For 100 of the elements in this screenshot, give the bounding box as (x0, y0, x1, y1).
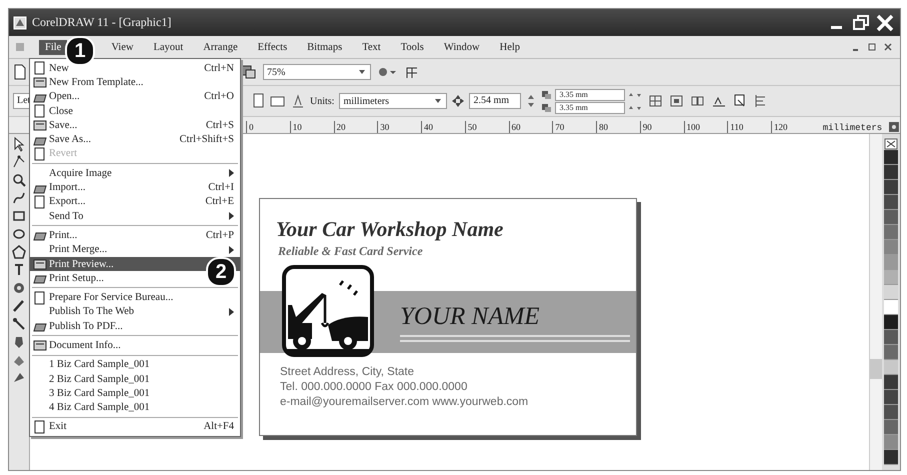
menu-item[interactable]: Publish To PDF... (30, 319, 240, 334)
menu-item[interactable]: Exit Alt+F4 (30, 420, 240, 434)
shortcut-label: Ctrl+P (206, 230, 234, 241)
restore-icon[interactable] (866, 41, 878, 53)
units-dropdown[interactable]: millimeters (339, 93, 448, 109)
color-swatch[interactable] (884, 345, 898, 360)
color-swatch[interactable] (884, 405, 898, 420)
ruler-number: 60 (508, 121, 552, 133)
color-swatch[interactable] (884, 210, 898, 225)
new-document-icon[interactable] (13, 64, 27, 80)
ruler-number: 50 (464, 121, 508, 133)
ruler-number: 70 (552, 121, 596, 133)
ruler-number: 0 (246, 121, 290, 133)
card-title: Your Car Workshop Name (275, 217, 504, 242)
document-icon (15, 42, 25, 52)
color-swatch[interactable] (884, 195, 898, 210)
ruler-number: 10 (290, 121, 334, 133)
options-icon[interactable] (888, 121, 900, 133)
menu-item[interactable]: Save As... Ctrl+Shift+S (30, 132, 240, 147)
menu-item[interactable]: 1 Biz Card Sample_001 (30, 358, 240, 372)
menu-item[interactable]: Print Merge... (30, 242, 240, 257)
color-swatch[interactable] (884, 150, 898, 165)
shortcut-label: Alt+F4 (204, 421, 234, 432)
color-swatch[interactable] (884, 435, 898, 450)
zoom-dropdown[interactable]: 75% (263, 64, 371, 80)
menu-item[interactable]: Prepare For Service Bureau... (30, 290, 240, 305)
menu-item[interactable]: Arrange (197, 40, 244, 54)
color-swatch[interactable] (884, 270, 898, 285)
nudge-icon (452, 95, 464, 107)
color-swatch[interactable] (884, 285, 898, 300)
color-swatch[interactable] (884, 180, 898, 195)
menu-item[interactable]: Help (494, 40, 526, 54)
menu-item[interactable]: Layout (147, 40, 190, 54)
shortcut-label: Ctrl+N (204, 62, 234, 74)
shortcut-label: Ctrl+S (206, 120, 234, 131)
duplicate-icon (541, 90, 554, 100)
ruler-number: 80 (596, 121, 640, 133)
menu-item[interactable]: 3 Biz Card Sample_001 (30, 386, 240, 401)
menu-item[interactable]: Document Info... (30, 338, 240, 353)
tool-icon[interactable] (11, 298, 27, 314)
ruler-unit: millimeters (822, 123, 882, 133)
menu-item[interactable]: Save... Ctrl+S (30, 118, 240, 132)
spinner-icon[interactable] (627, 90, 644, 98)
vertical-scrollbar[interactable] (869, 134, 882, 470)
color-swatch[interactable] (884, 420, 898, 435)
tool-icon[interactable] (11, 154, 27, 170)
menu-item[interactable]: Bitmaps (301, 40, 348, 54)
menu-item[interactable]: New From Template... (30, 75, 240, 90)
menu-item[interactable]: Send To (30, 208, 240, 224)
close-icon[interactable] (882, 41, 894, 53)
duplicate-distance-field[interactable]: 3.35 mm (555, 102, 626, 114)
menu-item[interactable]: Effects (252, 40, 294, 54)
color-swatch[interactable] (884, 375, 898, 390)
color-swatch[interactable] (884, 360, 898, 375)
duplicate-distance-field[interactable]: 3.35 mm (555, 88, 626, 100)
color-swatch[interactable] (884, 240, 898, 255)
tool-icon[interactable] (11, 244, 27, 260)
ruler-number: 120 (771, 121, 815, 133)
color-swatch[interactable] (884, 300, 898, 315)
menu-item[interactable]: Tools (394, 40, 430, 54)
spinner-icon[interactable] (627, 104, 644, 112)
tool-icon[interactable] (11, 280, 27, 296)
app-icon (13, 16, 27, 30)
card-name: YOUR NAME (400, 302, 541, 332)
color-swatch[interactable] (884, 225, 898, 240)
tool-icon[interactable] (11, 316, 27, 332)
restore-icon[interactable] (850, 12, 872, 32)
menu-item[interactable]: Import... Ctrl+I (30, 180, 240, 195)
portrait-icon[interactable] (251, 93, 265, 109)
menu-item[interactable]: Export... Ctrl+E (30, 194, 240, 209)
close-icon[interactable] (874, 12, 896, 32)
color-swatch[interactable] (884, 165, 898, 180)
shortcut-label: Ctrl+O (204, 91, 234, 102)
shortcut-label: Ctrl+I (208, 182, 234, 194)
ruler-number: 90 (640, 121, 684, 133)
tool-icon[interactable] (11, 172, 27, 188)
color-swatch[interactable] (884, 330, 898, 345)
color-swatch[interactable] (884, 450, 898, 465)
menu-item[interactable]: View (105, 40, 140, 54)
menu-item[interactable]: Text (356, 40, 387, 54)
menu-item[interactable]: Acquire Image (30, 166, 240, 180)
nudge-field[interactable]: 2.54 mm (469, 93, 522, 109)
card-text: e-mail@youremailserver.com www.yourweb.com (279, 395, 530, 410)
menu-item[interactable]: Window (438, 40, 486, 54)
menu-item[interactable]: Publish To The Web (30, 304, 240, 320)
card-tagline: Reliable & Fast Card Service (277, 244, 424, 259)
menu-item[interactable]: 4 Biz Card Sample_001 (30, 400, 240, 415)
menu-item[interactable]: Print... Ctrl+P (30, 228, 240, 243)
scroll-thumb[interactable] (870, 359, 882, 379)
window-title: CorelDRAW 11 - [Graphic1] (32, 15, 172, 30)
color-swatch[interactable] (884, 255, 898, 270)
shortcut-label: Ctrl+E (205, 196, 234, 208)
duplicate-icon (541, 102, 554, 112)
tool-icon[interactable] (11, 190, 27, 206)
color-swatch[interactable] (884, 315, 898, 330)
menu-item[interactable]: File (39, 40, 68, 54)
color-swatch[interactable] (884, 390, 898, 405)
menu-item[interactable]: 2 Biz Card Sample_001 (30, 372, 240, 386)
ruler-number: 40 (421, 121, 465, 133)
no-color-swatch-icon[interactable] (884, 138, 898, 150)
